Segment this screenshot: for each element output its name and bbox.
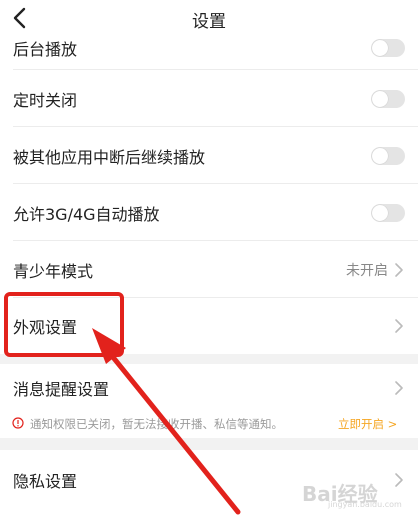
setting-label: 允许3G/4G自动播放	[13, 204, 160, 224]
setting-label: 定时关闭	[13, 90, 78, 110]
row-divider	[13, 69, 418, 70]
resume-playback-toggle[interactable]	[371, 146, 405, 165]
notification-permission-notice: 通知权限已关闭，暂无法接收开播、私信等通知。 立即开启 >	[0, 410, 418, 438]
setting-label: 隐私设置	[13, 472, 78, 491]
highlight-box-annotation	[4, 292, 124, 357]
chevron-right-icon	[395, 319, 403, 333]
autoplay-toggle[interactable]	[371, 203, 405, 222]
chevron-right-icon	[395, 381, 403, 395]
setting-row-autoplay[interactable]: 允许3G/4G自动播放	[0, 184, 418, 241]
toggle-knob	[372, 90, 388, 107]
page-title: 设置	[192, 12, 226, 32]
setting-label: 青少年模式	[13, 261, 94, 281]
setting-label: 后台播放	[13, 40, 78, 59]
background-play-toggle[interactable]	[371, 39, 405, 57]
youth-mode-status: 未开启	[346, 262, 388, 279]
toggle-knob	[372, 147, 388, 164]
settings-screen: 设置 后台播放 定时关闭 被其他应用中断后继续播放 允许3G/4G自动播放 青少…	[0, 0, 418, 522]
setting-row-resume-playback[interactable]: 被其他应用中断后继续播放	[0, 127, 418, 184]
toggle-knob	[372, 204, 388, 221]
setting-row-message-reminder[interactable]: 消息提醒设置	[0, 364, 418, 412]
warning-icon	[12, 417, 24, 429]
toggle-knob	[372, 40, 388, 56]
setting-label: 消息提醒设置	[13, 380, 110, 399]
section-gap	[0, 438, 418, 450]
setting-row-timer-off[interactable]: 定时关闭	[0, 70, 418, 127]
watermark-url: jingyan.baidu.com	[328, 500, 402, 509]
enable-now-link[interactable]: 立即开启 >	[338, 416, 397, 432]
notice-message: 通知权限已关闭，暂无法接收开播、私信等通知。	[30, 417, 283, 431]
setting-label: 被其他应用中断后继续播放	[13, 147, 206, 167]
timer-off-toggle[interactable]	[371, 89, 405, 108]
baidu-jingyan-watermark: Bai经验 jingyan.baidu.com	[300, 472, 410, 512]
chevron-right-icon	[395, 262, 403, 277]
setting-row-youth-mode[interactable]: 青少年模式 未开启	[0, 241, 418, 298]
app-header: 设置	[0, 0, 418, 38]
